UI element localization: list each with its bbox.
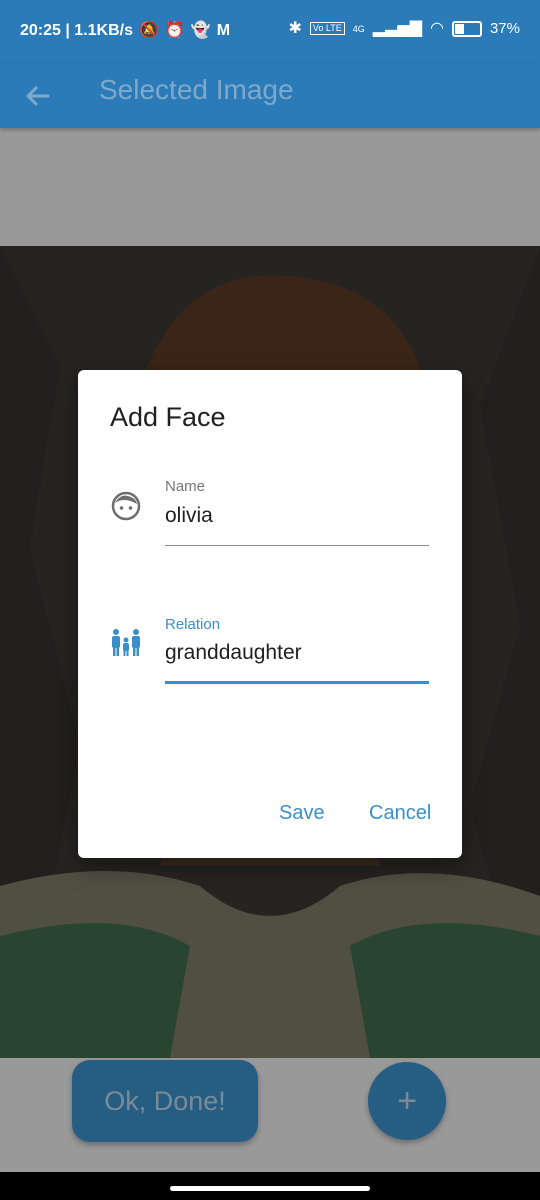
battery-icon [451, 20, 482, 37]
face-icon [111, 491, 141, 521]
save-button[interactable]: Save [279, 802, 325, 825]
home-indicator[interactable] [170, 1186, 370, 1191]
name-field-label: Name [165, 478, 206, 495]
status-bar: 20:25 | 1.1KB/s 🔕 ⏰ 👻 M ✱ Vo LTE 4G ▂▃▅▇… [0, 0, 540, 64]
dialog-title: Add Face [110, 402, 226, 432]
alarm-icon: ⏰ [164, 22, 185, 39]
gmail-icon: M [216, 22, 231, 39]
name-field[interactable]: olivia [165, 504, 213, 528]
signal-icon: ▂▃▅▇ [372, 19, 422, 37]
name-field-underline [165, 545, 429, 546]
relation-field[interactable]: granddaughter [165, 641, 302, 665]
battery-percent: 37% [489, 20, 520, 37]
status-time: 20:25 | 1.1KB/s [20, 22, 133, 39]
volte-badge: Vo LTE [309, 22, 345, 35]
add-face-dialog: Add Face Name olivia Relation granddaugh… [78, 370, 462, 858]
relation-field-label: Relation [165, 616, 221, 633]
arrow-left-icon [26, 86, 50, 106]
back-button[interactable] [20, 78, 56, 114]
bell-off-icon: 🔕 [138, 22, 159, 39]
page-title: Selected Image [99, 74, 294, 105]
cancel-button[interactable]: Cancel [369, 802, 431, 825]
snapchat-icon: 👻 [190, 22, 211, 39]
network-type: 4G [352, 23, 365, 34]
bluetooth-icon: ✱ [288, 19, 302, 37]
wifi-icon: ◠ [430, 19, 444, 37]
relation-field-underline [165, 681, 429, 684]
family-icon [112, 629, 140, 656]
app-bar: Selected Image [0, 64, 540, 128]
